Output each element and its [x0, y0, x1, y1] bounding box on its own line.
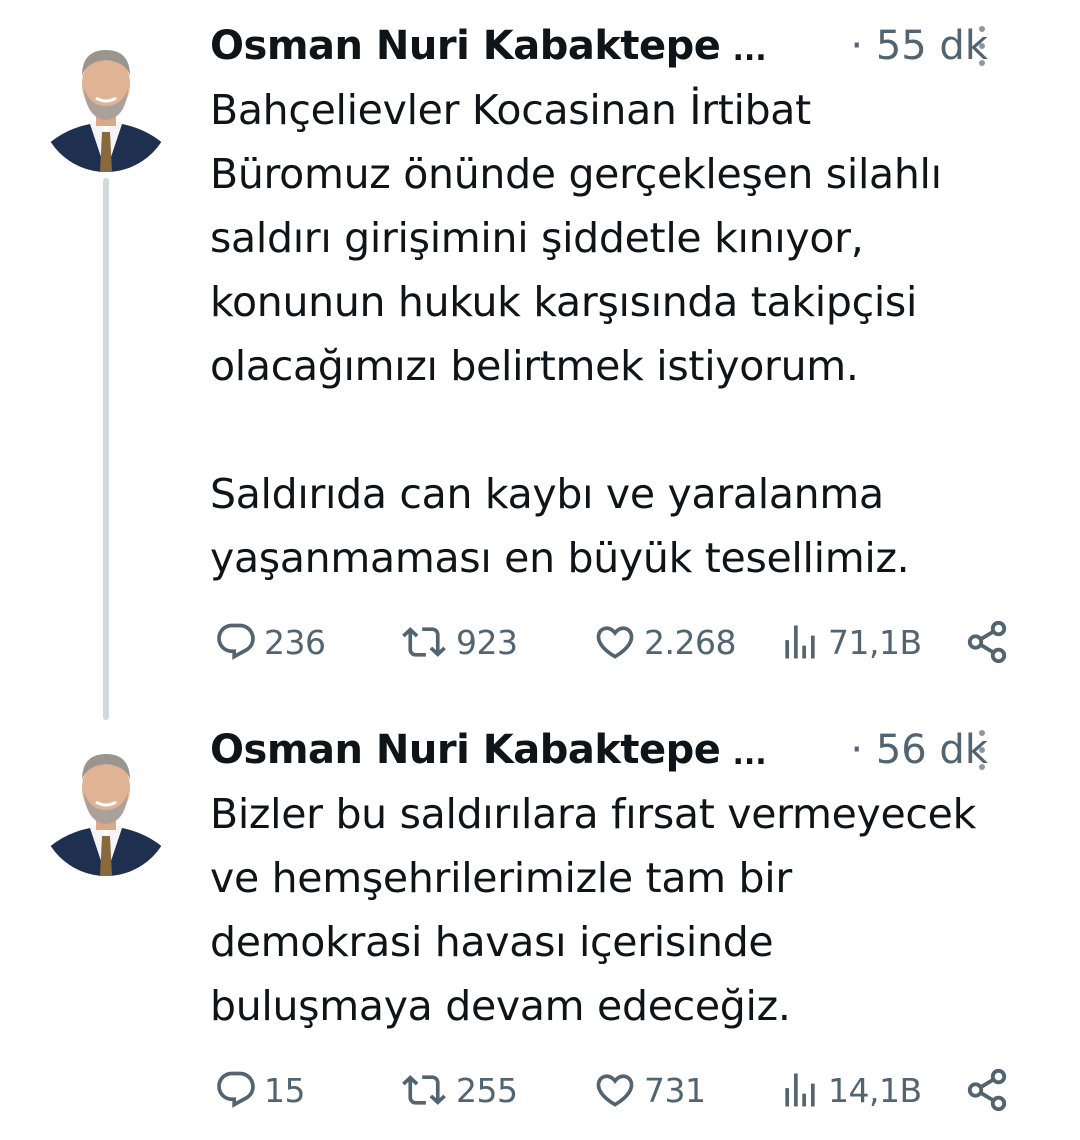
avatar[interactable]: [40, 40, 172, 172]
retweet-count: 923: [456, 622, 518, 662]
views-count: 14,1B: [828, 1070, 922, 1110]
share-button[interactable]: [964, 1062, 1016, 1118]
tweet-1[interactable]: Osman Nuri Kabaktepe ... · 55 dk Bahçeli…: [0, 0, 1080, 720]
avatar[interactable]: [40, 744, 172, 876]
tweet-header: Osman Nuri Kabaktepe ... · 56 dk: [210, 720, 1040, 780]
like-icon: [596, 626, 634, 659]
thread-line: [103, 178, 109, 720]
author-name[interactable]: Osman Nuri Kabaktepe: [210, 23, 721, 69]
views-button[interactable]: 71,1B: [778, 614, 922, 670]
more-icon[interactable]: [978, 26, 986, 66]
like-button[interactable]: 731: [592, 1062, 706, 1118]
tweet-text: Bahçelievler Kocasinan İrtibat Büromuz ö…: [210, 86, 942, 582]
views-icon: [785, 625, 815, 659]
like-icon: [596, 1074, 634, 1107]
tweet-time[interactable]: · 56 dk: [850, 727, 1040, 773]
views-button[interactable]: 14,1B: [778, 1062, 922, 1118]
tweet-actions: 15 255 731 14,1B: [212, 1062, 1012, 1118]
tweet-2[interactable]: Osman Nuri Kabaktepe ... · 56 dk Bizler …: [0, 720, 1080, 1140]
tweet-time[interactable]: · 55 dk: [850, 23, 1040, 69]
reply-count: 15: [264, 1070, 306, 1110]
retweet-button[interactable]: 255: [398, 1062, 518, 1118]
share-button[interactable]: [964, 614, 1016, 670]
more-icon[interactable]: [978, 730, 986, 770]
like-count: 731: [644, 1070, 706, 1110]
tweet-text: Bizler bu saldırılara fırsat vermeyecek …: [210, 790, 977, 1030]
name-truncation: ...: [732, 32, 767, 68]
name-truncation: ...: [732, 736, 767, 772]
share-icon: [967, 1068, 1007, 1112]
views-icon: [785, 1073, 815, 1107]
reply-count: 236: [264, 622, 326, 662]
retweet-icon: [402, 1075, 446, 1105]
retweet-count: 255: [456, 1070, 518, 1110]
reply-button[interactable]: 15: [214, 1062, 306, 1118]
tweet-header: Osman Nuri Kabaktepe ... · 55 dk: [210, 16, 1040, 76]
reply-icon: [217, 1071, 255, 1108]
author-name[interactable]: Osman Nuri Kabaktepe: [210, 727, 721, 773]
share-icon: [967, 620, 1007, 664]
reply-icon: [217, 623, 255, 660]
like-count: 2.268: [644, 622, 736, 662]
retweet-button[interactable]: 923: [398, 614, 518, 670]
views-count: 71,1B: [828, 622, 922, 662]
reply-button[interactable]: 236: [214, 614, 326, 670]
retweet-icon: [402, 627, 446, 657]
tweet-actions: 236 923 2.268 71,1B: [212, 614, 1012, 670]
like-button[interactable]: 2.268: [592, 614, 736, 670]
